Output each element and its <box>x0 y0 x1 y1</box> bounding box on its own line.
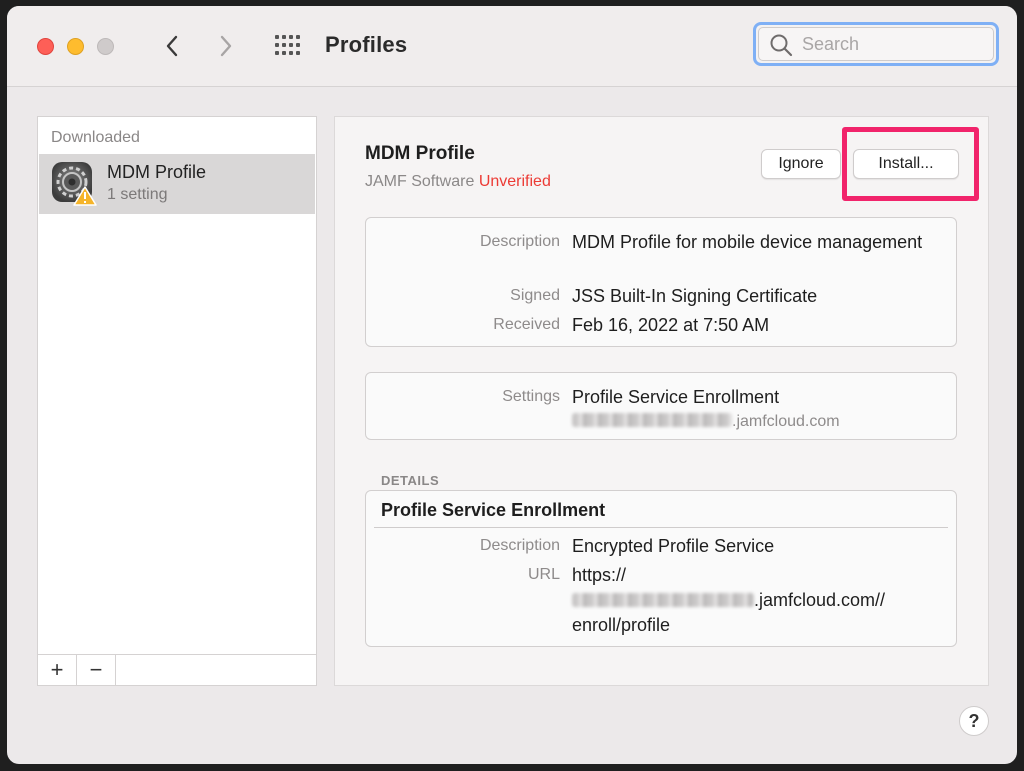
url-line-2-suffix: .jamfcloud.com// <box>754 590 886 610</box>
minimize-window-button[interactable] <box>67 38 84 55</box>
settings-host-suffix: .jamfcloud.com <box>732 413 840 430</box>
add-profile-button[interactable]: + <box>38 655 77 685</box>
sidebar-item-name: MDM Profile <box>107 162 207 182</box>
sidebar-heading: Downloaded <box>51 129 140 146</box>
help-button[interactable]: ? <box>959 706 989 736</box>
window-title: Profiles <box>325 32 408 57</box>
ignore-button[interactable]: Ignore <box>761 149 841 179</box>
profile-publisher: JAMF Software <box>365 173 475 190</box>
sidebar-footer: + − <box>38 654 316 685</box>
remove-profile-button[interactable]: − <box>77 655 116 685</box>
details-title: Profile Service Enrollment <box>381 500 606 520</box>
profile-summary-card: Description MDM Profile for mobile devic… <box>365 217 957 347</box>
received-label: Received <box>493 316 560 333</box>
install-highlight-box <box>842 127 979 201</box>
search-field[interactable] <box>753 22 999 66</box>
signed-value: JSS Built-In Signing Certificate <box>572 286 818 306</box>
settings-label: Settings <box>502 388 560 405</box>
verification-status: Unverified <box>478 173 551 190</box>
settings-value: Profile Service Enrollment <box>572 387 780 407</box>
details-heading: DETAILS <box>381 473 440 488</box>
settings-card: Settings Profile Service Enrollment .jam… <box>365 372 957 440</box>
search-input[interactable] <box>800 31 984 57</box>
url-line-1: https:// <box>572 565 627 585</box>
system-preferences-window: Profiles Downloaded <box>7 6 1017 764</box>
details-url-value: https:// .jamfcloud.com// enroll/profile <box>572 563 942 638</box>
description-value: MDM Profile for mobile device management <box>572 232 923 252</box>
chevron-right-icon <box>220 35 232 57</box>
url-line-3: enroll/profile <box>572 615 671 635</box>
chevron-left-icon <box>166 35 178 57</box>
details-card: Profile Service Enrollment Description E… <box>365 490 957 647</box>
gear-warning-icon <box>52 162 97 206</box>
details-url-label: URL <box>527 566 560 583</box>
search-icon <box>770 34 793 57</box>
forward-button[interactable] <box>211 30 241 62</box>
profile-title: MDM Profile <box>365 143 475 164</box>
grid-icon <box>275 35 300 55</box>
signed-label: Signed <box>510 287 560 304</box>
received-value: Feb 16, 2022 at 7:50 AM <box>572 315 770 335</box>
toolbar: Profiles <box>7 6 1017 87</box>
settings-host: .jamfcloud.com <box>572 409 942 434</box>
redacted-url-host <box>572 593 754 607</box>
close-window-button[interactable] <box>37 38 54 55</box>
details-divider <box>374 527 948 528</box>
description-label: Description <box>479 233 560 250</box>
profiles-sidebar: Downloaded MDM Profile 1 setting + − <box>37 116 317 686</box>
details-description-label: Description <box>479 537 560 554</box>
url-line-2: .jamfcloud.com// <box>572 588 942 613</box>
back-button[interactable] <box>157 30 187 62</box>
profile-detail-panel: MDM Profile JAMF Software Unverified Ign… <box>334 116 989 686</box>
sidebar-item-subtitle: 1 setting <box>107 186 168 203</box>
details-description-value: Encrypted Profile Service <box>572 536 775 556</box>
redacted-hostname <box>572 413 732 427</box>
profile-subtitle: JAMF Software Unverified <box>365 173 551 191</box>
sidebar-item-mdm-profile[interactable]: MDM Profile 1 setting <box>39 154 315 214</box>
zoom-window-button <box>97 38 114 55</box>
show-all-button[interactable] <box>273 33 303 59</box>
